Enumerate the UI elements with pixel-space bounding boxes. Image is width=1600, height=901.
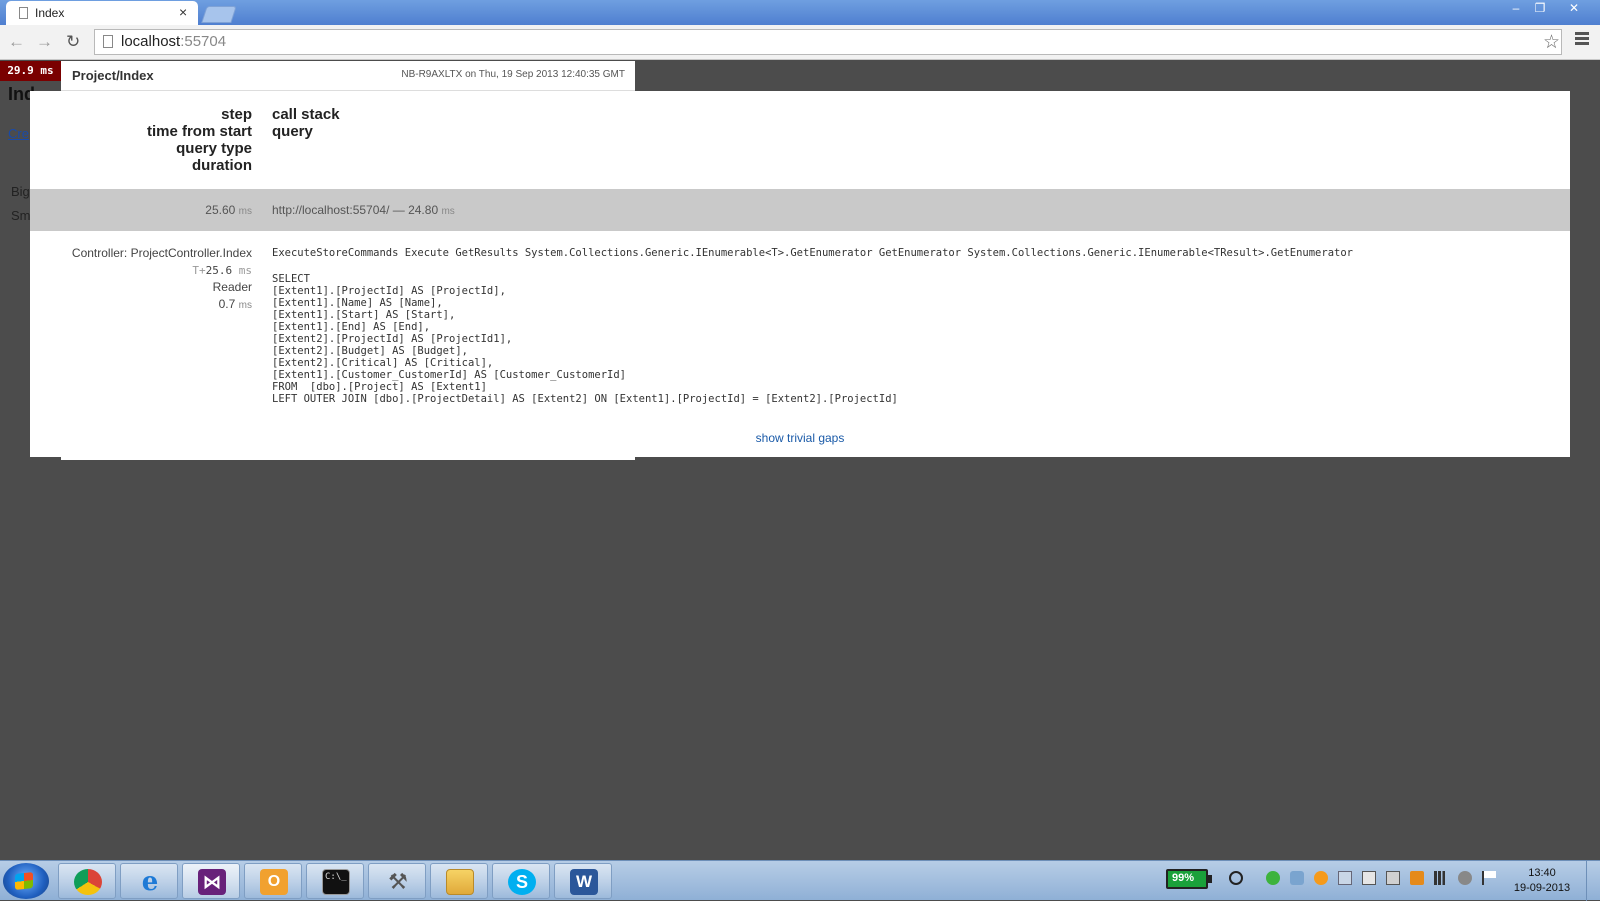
root-time-unit: ms: [238, 206, 252, 217]
title-bar: Index × – ❐ ✕: [0, 0, 1600, 25]
query-detail-left: Controller: ProjectController.Index T+25…: [72, 245, 252, 314]
signal-strength-icon[interactable]: [1434, 871, 1448, 885]
network-shield-icon[interactable]: [1290, 871, 1304, 885]
header-step: step: [221, 106, 252, 123]
skype-icon: S: [508, 869, 536, 895]
taskbar-internet-explorer[interactable]: e: [120, 863, 178, 899]
page-icon: [103, 35, 113, 48]
right-column-headers: call stack query: [272, 106, 340, 140]
header-duration: duration: [192, 157, 252, 174]
close-window-button[interactable]: ✕: [1554, 0, 1594, 17]
root-time-value: 25.60: [205, 203, 236, 217]
volume-icon[interactable]: [1458, 871, 1472, 885]
windows-taskbar: e ⋈ O C:\_ ⚒ S W 99% 13:40 19-09-2013: [0, 860, 1600, 901]
forward-arrow-icon[interactable]: →: [36, 32, 53, 52]
page-text-1: Big: [11, 184, 30, 199]
time-from-start-value: T+25.6 ms: [72, 262, 252, 279]
taskbar-word[interactable]: W: [554, 863, 612, 899]
internet-explorer-icon: e: [141, 867, 159, 897]
profiler-popup-header: Project/Index NB-R9AXLTX on Thu, 19 Sep …: [61, 61, 635, 91]
show-desktop-button[interactable]: [1586, 861, 1600, 901]
tools-icon: ⚒: [388, 869, 408, 894]
time-unit: ms: [238, 264, 252, 277]
time-prefix: T+: [192, 264, 206, 277]
taskbar-command-prompt[interactable]: C:\_: [306, 863, 364, 899]
update-icon[interactable]: [1314, 871, 1328, 885]
taskbar-chrome[interactable]: [58, 863, 116, 899]
word-icon: W: [570, 869, 598, 895]
call-stack-text: ExecuteStoreCommands Execute GetResults …: [272, 247, 1353, 259]
profiler-request-name: Project/Index: [72, 68, 154, 83]
device-icon[interactable]: [1362, 871, 1376, 885]
query-type-value: Reader: [212, 280, 252, 294]
root-timing-row: 25.60 ms http://localhost:55704/ — 24.80…: [30, 189, 1570, 231]
show-trivial-gaps-link: show trivial gaps: [30, 431, 1570, 445]
new-tab-button[interactable]: [201, 6, 237, 23]
sync-icon[interactable]: [1338, 871, 1352, 885]
action-center-flag-icon[interactable]: [1482, 871, 1496, 885]
page-icon: [19, 7, 28, 19]
bookmark-star-icon[interactable]: ☆: [1543, 31, 1560, 54]
step-name: Controller: ProjectController.Index: [71, 246, 252, 260]
clock-date: 19-09-2013: [1513, 882, 1571, 894]
root-label: http://localhost:55704/ — 24.80 ms: [272, 203, 455, 217]
visual-studio-icon: ⋈: [198, 869, 226, 895]
root-time: 25.60 ms: [205, 203, 252, 217]
battery-indicator[interactable]: 99%: [1166, 867, 1216, 893]
left-column-headers: step time from start query type duration: [147, 106, 252, 174]
profiler-timing-badge[interactable]: 29.9 ms: [0, 61, 61, 81]
address-bar[interactable]: localhost:55704 ☆: [94, 29, 1562, 55]
profiler-queries-panel: step time from start query type duration…: [30, 91, 1570, 457]
taskbar-skype[interactable]: S: [492, 863, 550, 899]
taskbar-outlook[interactable]: O: [244, 863, 302, 899]
header-time-from-start: time from start: [146, 123, 252, 140]
url-port: :55704: [180, 33, 227, 50]
file-explorer-icon: [446, 869, 474, 895]
system-clock[interactable]: 13:40 19-09-2013: [1504, 866, 1580, 896]
browser-toolbar: ← → ↻ localhost:55704 ☆: [0, 25, 1600, 60]
alert-icon[interactable]: [1410, 871, 1424, 885]
taskbar-visual-studio[interactable]: ⋈: [182, 863, 240, 899]
start-button[interactable]: [3, 863, 49, 899]
url-host: localhost: [121, 33, 181, 50]
battery-percent: 99%: [1172, 872, 1195, 884]
windows-logo-icon: [15, 872, 33, 890]
header-query: query: [272, 123, 313, 140]
battery-tip: [1208, 875, 1212, 883]
page-text-2: Sm: [11, 208, 31, 223]
chrome-icon: [74, 869, 102, 895]
power-plug-icon[interactable]: [1229, 871, 1243, 885]
reload-icon[interactable]: ↻: [66, 32, 80, 52]
taskbar-file-explorer[interactable]: [430, 863, 488, 899]
tab-close-icon[interactable]: ×: [179, 4, 187, 20]
sql-query-text: SELECT [Extent1].[ProjectId] AS [Project…: [272, 273, 898, 405]
command-prompt-icon: C:\_: [322, 869, 350, 895]
security-check-icon[interactable]: [1266, 871, 1280, 885]
hamburger-menu-icon[interactable]: [1575, 32, 1589, 35]
maximize-button[interactable]: ❐: [1528, 0, 1552, 17]
profiler-popup-bottom: [61, 456, 635, 460]
printer-icon[interactable]: [1386, 871, 1400, 885]
root-label-text: http://localhost:55704/ — 24.80: [272, 203, 439, 217]
clock-time: 13:40: [1528, 867, 1556, 879]
back-arrow-icon[interactable]: ←: [8, 32, 25, 52]
duration-number: 0.7: [218, 297, 236, 311]
time-value: 25.6: [205, 264, 233, 277]
minimize-button[interactable]: –: [1504, 0, 1528, 17]
create-link[interactable]: Cre: [8, 126, 29, 141]
show-trivial-gaps-text[interactable]: show trivial gaps: [756, 431, 845, 445]
duration-value: 0.7 ms: [72, 296, 252, 314]
browser-tab[interactable]: Index ×: [6, 1, 198, 25]
duration-unit: ms: [238, 300, 252, 311]
url-text[interactable]: localhost:55704: [121, 33, 226, 50]
root-label-unit: ms: [441, 206, 455, 217]
taskbar-tools[interactable]: ⚒: [368, 863, 426, 899]
outlook-icon: O: [260, 869, 288, 895]
header-call-stack: call stack: [272, 106, 340, 123]
tab-title: Index: [35, 6, 65, 20]
header-query-type: query type: [176, 140, 252, 157]
profiler-server-info: NB-R9AXLTX on Thu, 19 Sep 2013 12:40:35 …: [401, 69, 625, 80]
